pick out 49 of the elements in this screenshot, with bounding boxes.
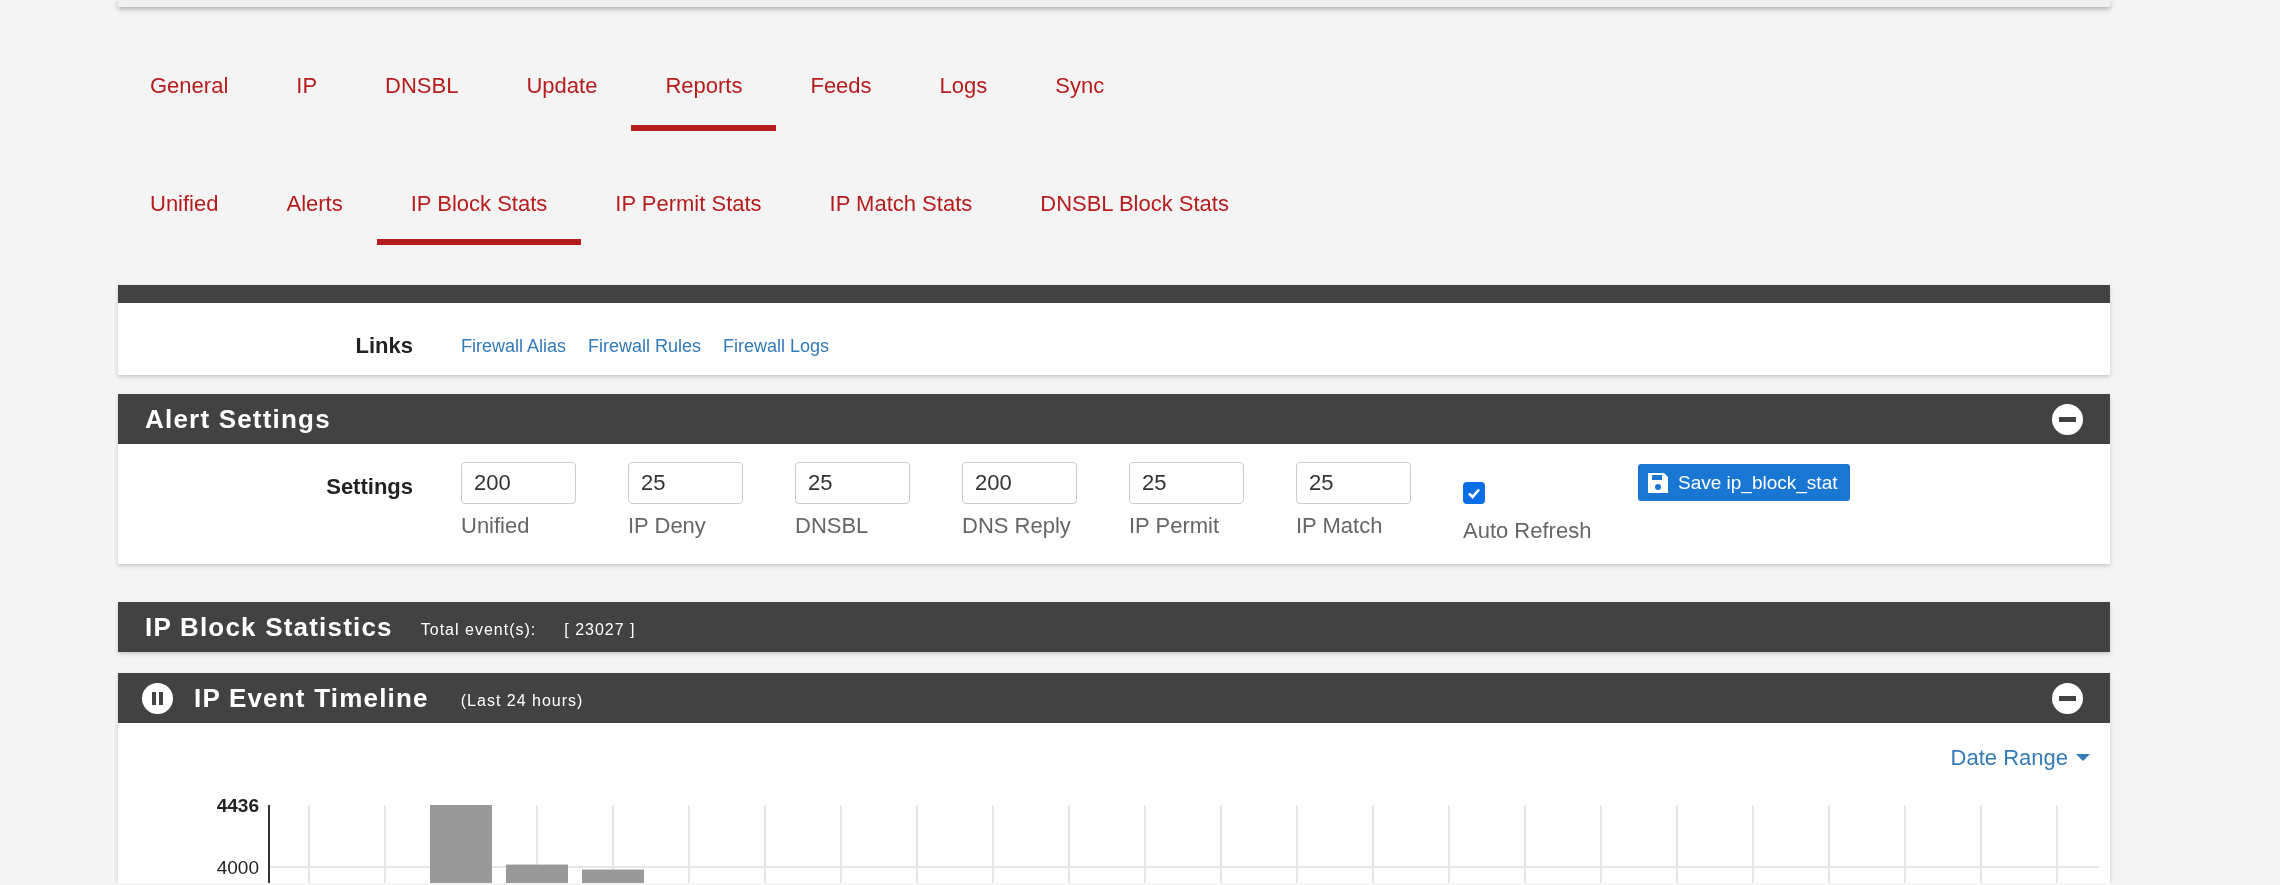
- field-label: IP Permit: [1129, 513, 1221, 539]
- chart-bar: [506, 864, 568, 883]
- field-label: IP Deny: [628, 513, 707, 539]
- panel-title: IP Block Statistics: [145, 611, 393, 643]
- row-label: Settings: [325, 473, 414, 500]
- collapse-icon[interactable]: [2052, 403, 2083, 435]
- caret-icon: [2076, 754, 2090, 762]
- link[interactable]: Firewall Logs: [723, 335, 830, 357]
- link[interactable]: Firewall Rules: [588, 335, 702, 357]
- number-input[interactable]: 200: [962, 462, 1077, 504]
- tab[interactable]: Reports: [631, 53, 777, 131]
- field-label: DNS Reply: [962, 513, 1072, 539]
- row-label: Links: [354, 333, 414, 359]
- tab[interactable]: IP Match Stats: [795, 173, 1007, 245]
- number-input[interactable]: 25: [1296, 462, 1411, 504]
- tab[interactable]: Unified: [116, 173, 253, 245]
- panel-title: Alert Settings: [145, 403, 331, 435]
- field-label: IP Match: [1296, 513, 1384, 539]
- tab[interactable]: Update: [492, 53, 632, 131]
- number-input[interactable]: 25: [795, 462, 910, 504]
- axis-tick-label: 4000: [216, 857, 259, 878]
- panel-subtitle: (Last 24 hours): [460, 690, 584, 710]
- tab[interactable]: Sync: [1021, 53, 1139, 131]
- field-label: Unified: [461, 513, 531, 539]
- tab[interactable]: IP Block Stats: [376, 173, 582, 245]
- tab[interactable]: IP: [262, 53, 352, 131]
- number-input[interactable]: 25: [628, 462, 743, 504]
- tab[interactable]: DNSBL Block Stats: [1006, 173, 1263, 245]
- total-value: [ 23027 ]: [564, 619, 636, 639]
- field-label: DNSBL: [795, 513, 870, 539]
- chart-bar: [582, 869, 644, 883]
- tab[interactable]: IP Permit Stats: [581, 173, 796, 245]
- tab[interactable]: Feeds: [776, 53, 906, 131]
- tab[interactable]: Alerts: [252, 173, 377, 245]
- save-button[interactable]: Save ip_block_stat: [1638, 464, 1850, 501]
- axis-tick-label: 4436: [216, 795, 259, 816]
- panel-title: IP Event Timeline: [194, 682, 429, 714]
- checkbox[interactable]: [1463, 482, 1485, 504]
- collapse-icon[interactable]: [2052, 682, 2083, 714]
- pause-icon[interactable]: [142, 682, 173, 714]
- link[interactable]: Firewall Alias: [461, 335, 567, 357]
- number-input[interactable]: 25: [1129, 462, 1244, 504]
- checkbox-label: Auto Refresh: [1463, 518, 1593, 544]
- date-range-dropdown[interactable]: Date Range: [1950, 745, 2090, 771]
- tab[interactable]: General: [116, 53, 263, 131]
- tab[interactable]: Logs: [905, 53, 1022, 131]
- number-input[interactable]: 200: [461, 462, 576, 504]
- total-label: Total event(s):: [420, 619, 537, 639]
- tab[interactable]: DNSBL: [351, 53, 493, 131]
